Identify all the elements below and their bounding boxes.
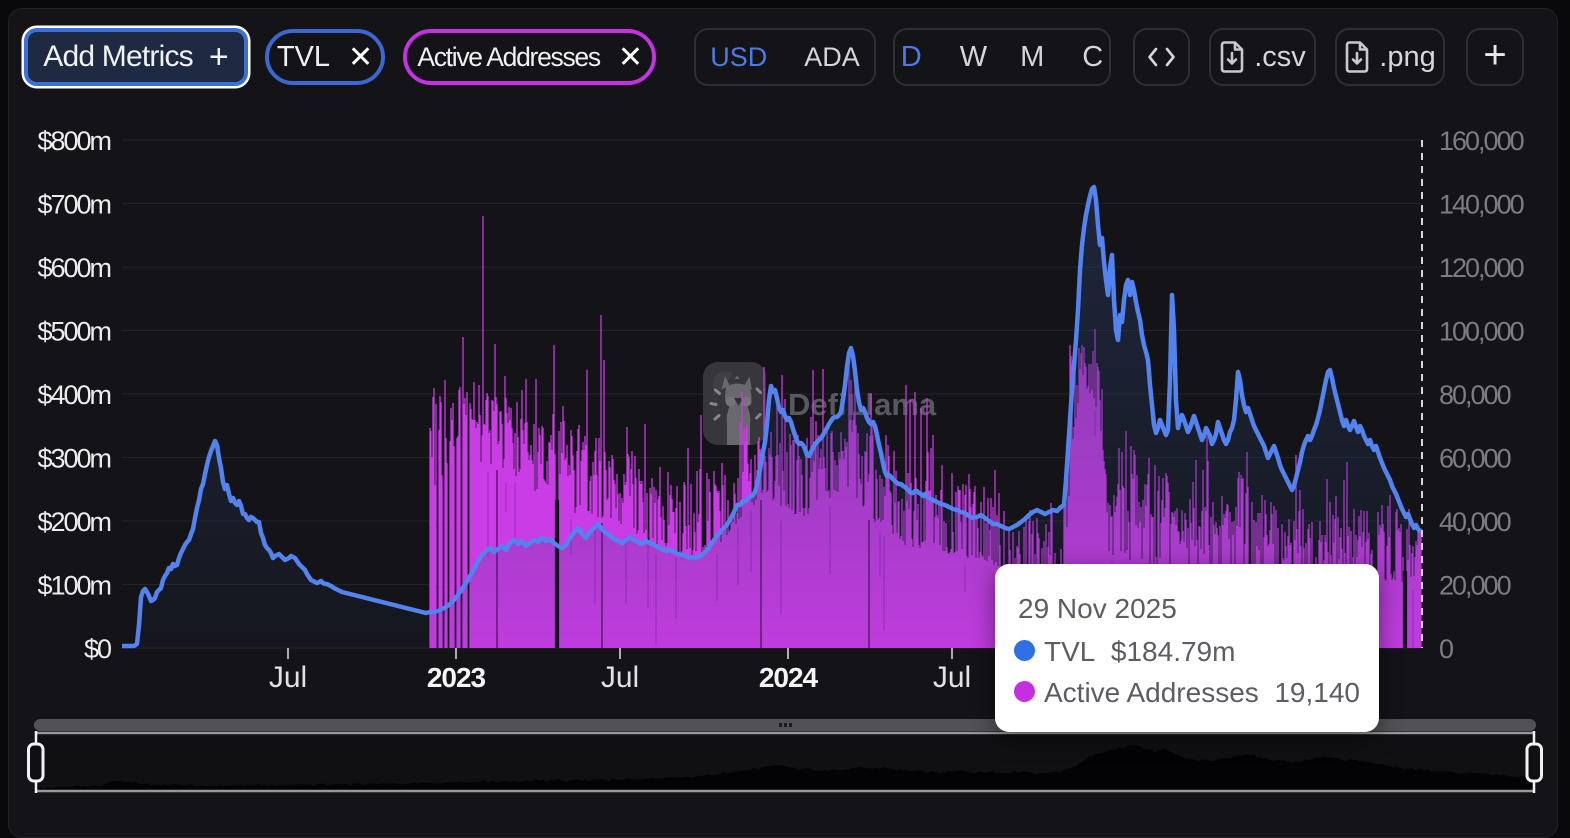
svg-text:80,000: 80,000 (1439, 380, 1511, 410)
svg-text:2023: 2023 (427, 662, 486, 693)
svg-text:120,000: 120,000 (1439, 253, 1524, 283)
svg-text:20,000: 20,000 (1439, 571, 1511, 601)
svg-text:$800m: $800m (37, 126, 110, 156)
svg-text:$300m: $300m (37, 444, 110, 474)
svg-text:$400m: $400m (37, 380, 110, 410)
svg-text:40,000: 40,000 (1439, 507, 1511, 537)
svg-text:2024: 2024 (759, 662, 819, 693)
svg-text:$700m: $700m (37, 190, 110, 220)
svg-text:$100m: $100m (37, 571, 110, 601)
svg-text:$0: $0 (84, 634, 111, 664)
svg-text:0: 0 (1439, 634, 1453, 664)
svg-text:140,000: 140,000 (1439, 190, 1524, 220)
svg-text:100,000: 100,000 (1439, 317, 1524, 347)
svg-text:160,000: 160,000 (1439, 126, 1524, 156)
svg-text:Jul: Jul (933, 661, 971, 694)
svg-text:60,000: 60,000 (1439, 444, 1511, 474)
svg-text:$600m: $600m (37, 253, 110, 283)
svg-text:Jul: Jul (269, 661, 307, 694)
svg-text:Jul: Jul (601, 661, 639, 694)
svg-text:$500m: $500m (37, 317, 110, 347)
svg-text:$200m: $200m (37, 507, 110, 537)
